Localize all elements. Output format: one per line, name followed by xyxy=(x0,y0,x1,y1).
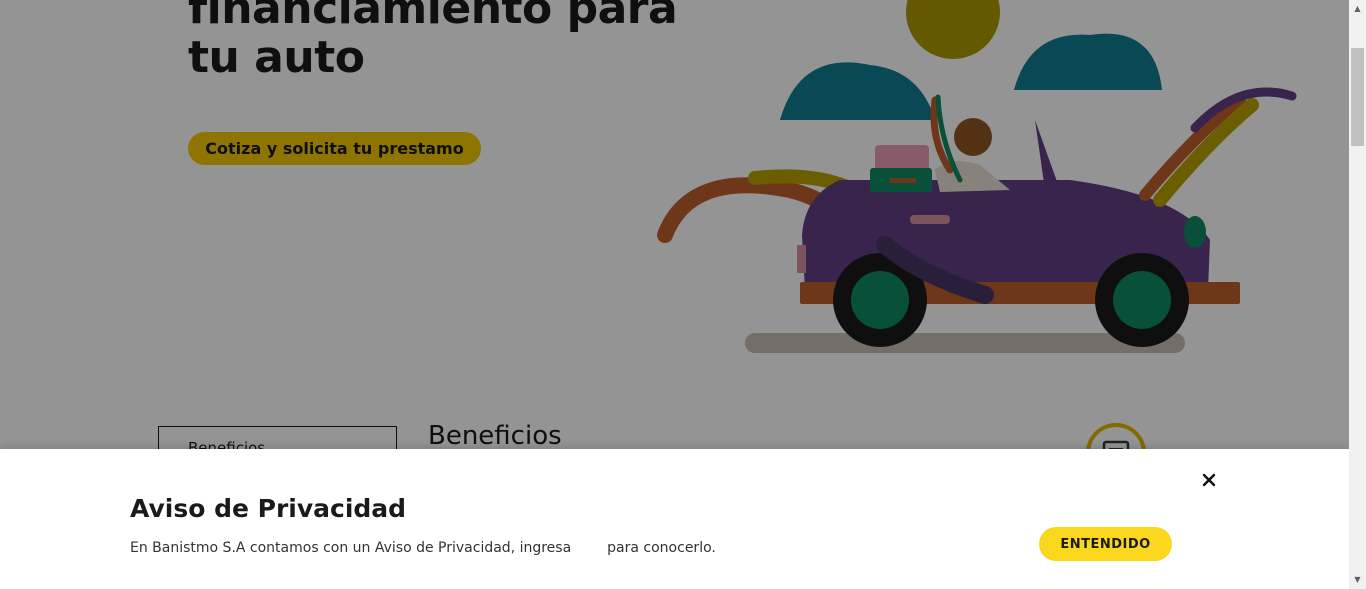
scroll-up-arrow-icon[interactable]: ▲ xyxy=(1352,3,1363,14)
privacy-text-start: En Banistmo S.A contamos con un Aviso de… xyxy=(130,540,572,556)
page: financiamiento para tu auto Cotiza y sol… xyxy=(0,0,1349,589)
privacy-banner: Aviso de Privacidad En Banistmo S.A cont… xyxy=(0,449,1349,589)
modal-overlay[interactable] xyxy=(0,0,1349,449)
scroll-down-arrow-icon[interactable]: ▼ xyxy=(1352,574,1363,585)
close-banner-button[interactable] xyxy=(1198,469,1220,491)
scrollbar-thumb[interactable] xyxy=(1351,48,1364,146)
accept-privacy-button[interactable]: ENTENDIDO xyxy=(1039,527,1172,561)
close-icon xyxy=(1202,473,1216,487)
privacy-title: Aviso de Privacidad xyxy=(130,494,407,523)
privacy-text-end: para conocerlo. xyxy=(607,540,716,556)
privacy-text: En Banistmo S.A contamos con un Aviso de… xyxy=(130,540,716,556)
